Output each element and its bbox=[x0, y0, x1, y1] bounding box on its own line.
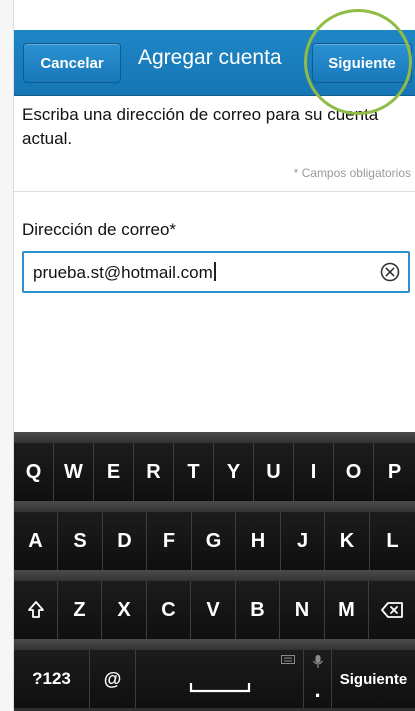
key-i[interactable]: I bbox=[294, 443, 334, 501]
backspace-key[interactable] bbox=[369, 581, 415, 639]
period-label: . bbox=[314, 677, 321, 702]
key-j[interactable]: J bbox=[281, 512, 325, 570]
key-q[interactable]: Q bbox=[14, 443, 54, 501]
key-o[interactable]: O bbox=[334, 443, 374, 501]
key-n[interactable]: N bbox=[280, 581, 325, 639]
space-bar-icon bbox=[189, 681, 251, 693]
key-a[interactable]: A bbox=[14, 512, 58, 570]
keyboard-separator bbox=[14, 501, 415, 512]
device-edge bbox=[0, 0, 14, 711]
virtual-keyboard: Q W E R T Y U I O P A S D F G H J K L Z … bbox=[14, 432, 415, 711]
keyboard-separator bbox=[14, 432, 415, 443]
period-key[interactable]: . bbox=[304, 650, 332, 708]
key-r[interactable]: R bbox=[134, 443, 174, 501]
title-bar: Cancelar Agregar cuenta Siguiente bbox=[14, 30, 415, 96]
instructions-text: Escriba una dirección de correo para su … bbox=[22, 105, 379, 148]
key-b[interactable]: B bbox=[236, 581, 280, 639]
required-fields-note: * Campos obligatorios bbox=[293, 166, 411, 180]
key-g[interactable]: G bbox=[192, 512, 236, 570]
key-z[interactable]: Z bbox=[58, 581, 102, 639]
keyboard-row-1: Q W E R T Y U I O P bbox=[14, 443, 415, 501]
email-label: Dirección de correo* bbox=[22, 220, 177, 239]
key-k[interactable]: K bbox=[325, 512, 370, 570]
keyboard-icon bbox=[281, 655, 295, 664]
next-button[interactable]: Siguiente bbox=[312, 43, 412, 83]
keyboard-row-2: A S D F G H J K L bbox=[14, 512, 415, 570]
shift-arrow-icon bbox=[27, 600, 45, 620]
key-x[interactable]: X bbox=[102, 581, 147, 639]
keyboard-separator bbox=[14, 570, 415, 581]
space-key[interactable] bbox=[136, 650, 304, 708]
key-w[interactable]: W bbox=[54, 443, 94, 501]
email-value: prueba.st@hotmail.com bbox=[33, 263, 213, 282]
page-title: Agregar cuenta bbox=[138, 46, 282, 69]
text-cursor bbox=[213, 262, 216, 281]
shift-key[interactable] bbox=[14, 581, 58, 639]
phone-screen: Cancelar Agregar cuenta Siguiente Escrib… bbox=[0, 0, 415, 711]
key-m[interactable]: M bbox=[325, 581, 369, 639]
key-h[interactable]: H bbox=[236, 512, 281, 570]
key-c[interactable]: C bbox=[147, 581, 191, 639]
symbols-key[interactable]: ?123 bbox=[14, 650, 90, 708]
microphone-icon bbox=[312, 654, 324, 670]
key-s[interactable]: S bbox=[58, 512, 103, 570]
key-l[interactable]: L bbox=[370, 512, 415, 570]
keyboard-row-4: ?123 @ . Siguiente bbox=[14, 650, 415, 708]
key-t[interactable]: T bbox=[174, 443, 214, 501]
key-v[interactable]: V bbox=[191, 581, 236, 639]
key-u[interactable]: U bbox=[254, 443, 294, 501]
keyboard-row-3: Z X C V B N M bbox=[14, 581, 415, 639]
key-y[interactable]: Y bbox=[214, 443, 254, 501]
email-field[interactable]: prueba.st@hotmail.com bbox=[22, 251, 410, 293]
email-value-wrap: prueba.st@hotmail.com bbox=[33, 262, 216, 283]
keyboard-separator bbox=[14, 639, 415, 650]
key-f[interactable]: F bbox=[147, 512, 192, 570]
section-divider bbox=[14, 191, 415, 192]
key-p[interactable]: P bbox=[374, 443, 415, 501]
key-e[interactable]: E bbox=[94, 443, 134, 501]
cancel-button[interactable]: Cancelar bbox=[23, 43, 121, 83]
clear-circle-x-icon[interactable] bbox=[380, 262, 400, 282]
enter-next-key[interactable]: Siguiente bbox=[332, 650, 415, 708]
key-d[interactable]: D bbox=[103, 512, 147, 570]
backspace-icon bbox=[380, 601, 404, 619]
at-key[interactable]: @ bbox=[90, 650, 136, 708]
